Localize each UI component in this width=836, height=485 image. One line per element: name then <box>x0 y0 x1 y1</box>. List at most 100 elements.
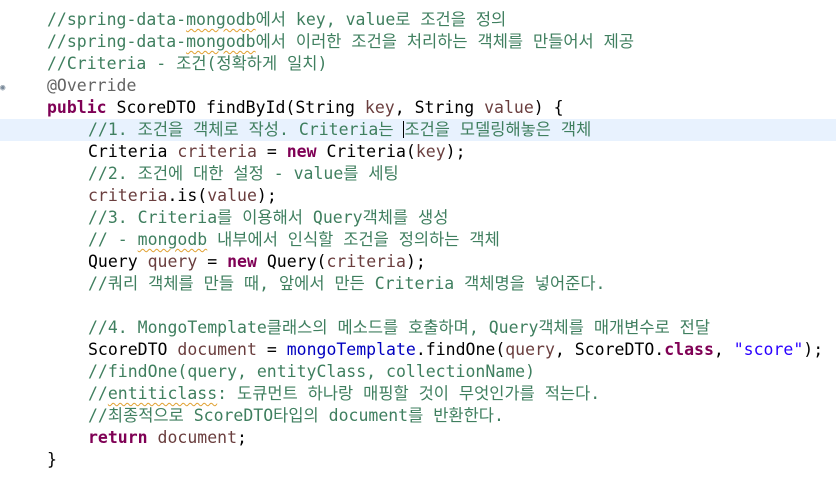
code-line[interactable]: ScoreDTO document = mongoTemplate.findOn… <box>0 339 836 361</box>
code-token: ); <box>445 142 466 161</box>
code-line[interactable]: } <box>0 449 836 471</box>
code-token: = <box>256 142 287 161</box>
code-token: mongodb <box>137 230 208 249</box>
code-line[interactable]: criteria.is(value); <box>0 185 836 207</box>
code-token: ); <box>405 252 426 271</box>
code-line[interactable]: Criteria criteria = new Criteria(key); <box>0 141 836 163</box>
code-token: query <box>505 340 555 359</box>
code-token: "score" <box>733 340 804 359</box>
code-token: 에서 이러한 조건을 처리하는 객체를 만들어서 제공 <box>255 32 635 51</box>
code-token: //1. 조건을 객체로 작성. Criteria는 <box>88 120 404 139</box>
code-token: ScoreDTO findById(String <box>106 98 365 117</box>
code-token: //3. Criteria를 이용해서 Query객체를 생성 <box>88 208 449 227</box>
code-token: entiticlass <box>107 384 218 403</box>
code-line-current[interactable]: //1. 조건을 객체로 작성. Criteria는 조건을 모델링해놓은 객체 <box>0 119 836 141</box>
code-line-text: // - mongodb 내부에서 인식할 조건을 정의하는 객체 <box>88 229 500 251</box>
code-token: .findOne( <box>415 340 506 359</box>
code-token: Criteria( <box>316 142 416 161</box>
code-line-text: //3. Criteria를 이용해서 Query객체를 생성 <box>88 207 448 229</box>
code-token: Query( <box>256 252 327 271</box>
code-token: ScoreDTO <box>88 340 178 359</box>
code-token: //4. MongoTemplate클래스의 메소드를 호출하며, Query객… <box>88 318 711 337</box>
code-line-text: //Criteria - 조건(정확하게 일치) <box>47 53 327 75</box>
code-token: document <box>177 340 257 359</box>
code-token: Query <box>88 252 148 271</box>
code-token: ); <box>256 186 277 205</box>
code-token: // <box>88 384 108 403</box>
code-token: key <box>415 142 446 161</box>
code-token: = <box>256 340 287 359</box>
code-token: ); <box>803 340 824 359</box>
code-token: .is( <box>167 186 208 205</box>
code-token: query <box>147 252 198 271</box>
code-token: 조건을 모델링해놓은 객체 <box>404 120 592 139</box>
code-line[interactable]: //4. MongoTemplate클래스의 메소드를 호출하며, Query객… <box>0 317 836 339</box>
code-line-text: Query query = new Query(criteria); <box>88 251 426 273</box>
code-token: //2. 조건에 대한 설정 - value를 세팅 <box>88 164 399 183</box>
code-token: @Override <box>47 76 137 95</box>
code-line-text: public ScoreDTO findById(String key, Str… <box>47 97 564 119</box>
code-token: value <box>207 186 257 205</box>
code-token: value <box>484 98 534 117</box>
code-line[interactable]: //entiticlass: 도큐먼트 하나랑 매핑할 것이 무엇인가를 적는다… <box>0 383 836 405</box>
code-token: } <box>47 450 57 469</box>
code-line-text: //findOne(query, entityClass, collection… <box>88 361 535 383</box>
code-token: , String <box>394 98 485 117</box>
code-line[interactable]: return document; <box>0 427 836 449</box>
code-line-text: //1. 조건을 객체로 작성. Criteria는 조건을 모델링해놓은 객체 <box>88 119 591 141</box>
code-line-text: //spring-data-mongodb에서 key, value로 조건을 … <box>47 9 506 31</box>
code-line[interactable]: //쿼리 객체를 만들 때, 앞에서 만든 Criteria 객체명을 넣어준다… <box>0 273 836 295</box>
code-line[interactable]: //spring-data-mongodb에서 key, value로 조건을 … <box>0 9 836 31</box>
code-token: ) { <box>533 98 564 117</box>
code-token: new <box>286 142 317 161</box>
code-line[interactable] <box>0 295 836 317</box>
code-token: class <box>664 340 714 359</box>
code-line[interactable]: //Criteria - 조건(정확하게 일치) <box>0 53 836 75</box>
code-line[interactable]: //3. Criteria를 이용해서 Query객체를 생성 <box>0 207 836 229</box>
code-line[interactable]: //2. 조건에 대한 설정 - value를 세팅 <box>0 163 836 185</box>
code-token: 내부에서 인식할 조건을 정의하는 객체 <box>207 230 500 249</box>
code-token: // - <box>88 230 138 249</box>
code-token: , <box>713 340 734 359</box>
code-line-text: //4. MongoTemplate클래스의 메소드를 호출하며, Query객… <box>88 317 710 339</box>
code-line-text: return document; <box>88 427 247 449</box>
code-line-text: //최종적으로 ScoreDTO타입의 document를 반환한다. <box>88 405 504 427</box>
code-token: //Criteria - 조건(정확하게 일치) <box>47 54 328 73</box>
code-token: : 도큐먼트 하나랑 매핑할 것이 무엇인가를 적는다. <box>217 384 601 403</box>
code-token: ; <box>237 428 247 447</box>
code-token: //findOne(query, entityClass, collection… <box>88 362 536 381</box>
code-token: mongoTemplate <box>286 340 416 359</box>
code-token: new <box>227 252 257 271</box>
code-line[interactable]: Query query = new Query(criteria); <box>0 251 836 273</box>
code-token: criteria <box>88 186 168 205</box>
code-token: //쿼리 객체를 만들 때, 앞에서 만든 Criteria 객체명을 넣어준다… <box>88 274 606 293</box>
code-token: return <box>88 428 148 447</box>
code-token: document <box>157 428 238 447</box>
code-token: key <box>364 98 395 117</box>
code-line[interactable]: //spring-data-mongodb에서 이러한 조건을 처리하는 객체를… <box>0 31 836 53</box>
code-line[interactable]: @Override <box>0 75 836 97</box>
code-token: = <box>197 252 228 271</box>
code-line-text: } <box>47 449 57 471</box>
code-token: 에서 key, value로 조건을 정의 <box>255 10 507 29</box>
code-line-text: criteria.is(value); <box>88 185 277 207</box>
code-token: //spring-data- <box>47 32 187 51</box>
code-token: , ScoreDTO. <box>554 340 665 359</box>
code-line-text: //entiticlass: 도큐먼트 하나랑 매핑할 것이 무엇인가를 적는다… <box>88 383 600 405</box>
code-line-text: //2. 조건에 대한 설정 - value를 세팅 <box>88 163 399 185</box>
code-line-text: ScoreDTO document = mongoTemplate.findOn… <box>88 339 823 361</box>
code-token: criteria <box>177 142 257 161</box>
code-line[interactable]: //findOne(query, entityClass, collection… <box>0 361 836 383</box>
code-token: mongodb <box>186 10 256 29</box>
code-token: public <box>47 98 107 117</box>
code-line[interactable]: // - mongodb 내부에서 인식할 조건을 정의하는 객체 <box>0 229 836 251</box>
code-line-text: //spring-data-mongodb에서 이러한 조건을 처리하는 객체를… <box>47 31 634 53</box>
code-line-text: Criteria criteria = new Criteria(key); <box>88 141 466 163</box>
code-editor[interactable]: //spring-data-mongodb에서 key, value로 조건을 … <box>0 9 836 471</box>
code-token: //spring-data- <box>47 10 187 29</box>
code-token: mongodb <box>186 32 256 51</box>
code-line[interactable]: public ScoreDTO findById(String key, Str… <box>0 97 836 119</box>
code-line-text: //쿼리 객체를 만들 때, 앞에서 만든 Criteria 객체명을 넣어준다… <box>88 273 605 295</box>
code-line[interactable]: //최종적으로 ScoreDTO타입의 document를 반환한다. <box>0 405 836 427</box>
